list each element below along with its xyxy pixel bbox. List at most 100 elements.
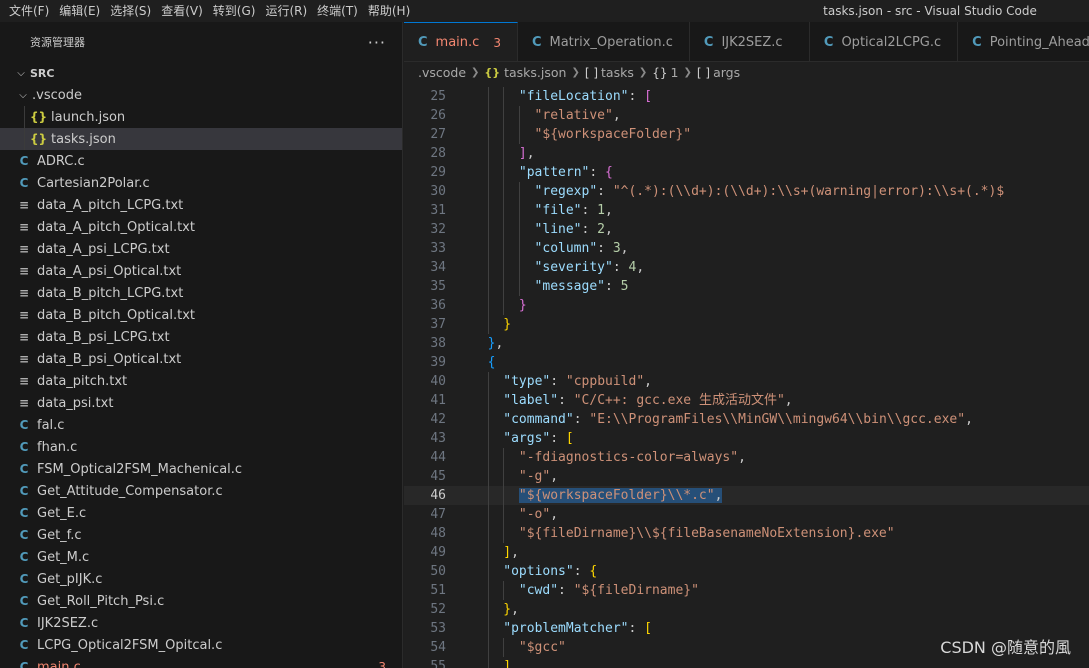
tab-main-c[interactable]: C main.c 3 <box>404 22 518 61</box>
indent-guide <box>487 87 489 106</box>
code-token: { <box>487 355 496 370</box>
code-line[interactable]: 52}, <box>404 600 1089 619</box>
breadcrumb-file[interactable]: tasks.json <box>504 65 566 80</box>
line-number: 33 <box>430 241 446 256</box>
tree-file[interactable]: ≡ data_B_psi_LCPG.txt <box>0 326 402 348</box>
code-line[interactable]: 25 "fileLocation": [ <box>404 87 1089 106</box>
menu-view[interactable]: 查看(V) <box>156 0 208 22</box>
tree-file[interactable]: Cfal.c <box>0 414 402 436</box>
code-line[interactable]: 36} <box>404 296 1089 315</box>
tree-file[interactable]: C Cartesian2Polar.c <box>0 172 402 194</box>
tree-file[interactable]: C FSM_Optical2FSM_Machenical.c <box>0 458 402 480</box>
code-line[interactable]: 50 "options": { <box>404 562 1089 581</box>
tree-file[interactable]: ≡ data_A_pitch_LCPG.txt <box>0 194 402 216</box>
code-line[interactable]: 55], <box>404 657 1089 668</box>
tree-item-label: data_psi.txt <box>37 395 114 411</box>
tree-file[interactable]: ≡ data_B_pitch_Optical.txt <box>0 304 402 326</box>
code-line[interactable]: 40 "type": "cppbuild", <box>404 372 1089 391</box>
tree-file[interactable]: C Get_pIJK.c <box>0 568 402 590</box>
tree-file[interactable]: ≡ data_A_psi_Optical.txt <box>0 260 402 282</box>
more-actions-icon[interactable]: ··· <box>368 33 386 52</box>
code-line[interactable]: 44 "-fdiagnostics-color=always", <box>404 448 1089 467</box>
line-number: 41 <box>430 393 446 408</box>
code-line[interactable]: 26 "relative", <box>404 106 1089 125</box>
menu-help[interactable]: 帮助(H) <box>363 0 415 22</box>
code-line[interactable]: 37} <box>404 315 1089 334</box>
code-line[interactable]: 35 "message": 5 <box>404 277 1089 296</box>
tree-folder[interactable]: ⌵ .vscode <box>0 84 402 106</box>
menu-run[interactable]: 运行(R) <box>260 0 312 22</box>
tree-file[interactable]: Cfhan.c <box>0 436 402 458</box>
code-line[interactable]: 48 "${fileDirname}\\${fileBasenameNoExten… <box>404 524 1089 543</box>
indent-guide <box>503 486 505 505</box>
folder-root-src[interactable]: ⌵ SRC <box>0 62 402 84</box>
indent-guide <box>503 277 505 296</box>
code-line[interactable]: 43 "args": [ <box>404 429 1089 448</box>
code-text: "-fdiagnostics-color=always", <box>519 448 746 467</box>
menu-selection[interactable]: 选择(S) <box>105 0 156 22</box>
code-line[interactable]: 32 "line": 2, <box>404 220 1089 239</box>
tab-optical2lcpg-c[interactable]: C Optical2LCPG.c <box>809 22 959 61</box>
indent-guide <box>487 543 489 562</box>
code-line[interactable]: 49], <box>404 543 1089 562</box>
tree-file[interactable]: ≡ data_B_psi_Optical.txt <box>0 348 402 370</box>
code-line[interactable]: 31 "file": 1, <box>404 201 1089 220</box>
indent-guide <box>503 581 505 600</box>
code-line[interactable]: 45 "-g", <box>404 467 1089 486</box>
code-line[interactable]: 33 "column": 3, <box>404 239 1089 258</box>
tree-file[interactable]: ≡ data_psi.txt <box>0 392 402 414</box>
code-token: "args" <box>503 431 551 446</box>
code-editor[interactable]: 25 "fileLocation": [26 "relative", 27 "${wor… <box>404 83 1089 668</box>
indent-guide <box>487 410 489 429</box>
line-number: 27 <box>430 127 446 142</box>
csdn-watermark: CSDN @随意的風 <box>940 638 1071 657</box>
code-line[interactable]: 46 "${workspaceFolder}\\*.c", <box>404 486 1089 505</box>
code-line[interactable]: 38}, <box>404 334 1089 353</box>
breadcrumb-folder[interactable]: .vscode <box>418 65 466 80</box>
code-text: "$gcc" <box>519 638 566 657</box>
tree-file[interactable]: {} tasks.json <box>0 128 402 150</box>
code-line[interactable]: 47 "-o", <box>404 505 1089 524</box>
c-file-icon: C <box>19 506 29 520</box>
menu-file[interactable]: 文件(F) <box>4 0 54 22</box>
tree-file[interactable]: C LCPG_Optical2FSM_Opitcal.c <box>0 634 402 656</box>
menu-terminal[interactable]: 终端(T) <box>312 0 363 22</box>
menu-go[interactable]: 转到(G) <box>208 0 261 22</box>
code-token: , <box>636 260 645 275</box>
code-line[interactable]: 27 "${workspaceFolder}" <box>404 125 1089 144</box>
tree-file[interactable]: {} launch.json <box>0 106 402 128</box>
code-token: , <box>612 108 621 123</box>
tree-file[interactable]: Cmain.c 3 <box>0 656 402 668</box>
tree-file[interactable]: C IJK2SEZ.c <box>0 612 402 634</box>
code-line[interactable]: 41 "label": "C/C++: gcc.exe 生成活动文件", <box>404 391 1089 410</box>
tab-pointing-ahead[interactable]: C Pointing_Ahead_S <box>958 22 1089 61</box>
menu-edit[interactable]: 编辑(E) <box>54 0 105 22</box>
code-line[interactable]: 28], <box>404 144 1089 163</box>
window-title: tasks.json - src - Visual Studio Code <box>823 4 1037 18</box>
code-line[interactable]: 30 "regexp": "^(.*):(\\d+):(\\d+):\\s+(wa… <box>404 182 1089 201</box>
code-text: "line": 2, <box>535 220 613 239</box>
tree-file[interactable]: ≡ data_A_pitch_Optical.txt <box>0 216 402 238</box>
code-line[interactable]: 42 "command": "E:\\ProgramFiles\\MinGW\\m… <box>404 410 1089 429</box>
tab-ijk2sez-c[interactable]: C IJK2SEZ.c <box>689 22 810 61</box>
code-line[interactable]: 39 { <box>404 353 1089 372</box>
breadcrumb-symbol-args[interactable]: args <box>713 65 740 80</box>
breadcrumb-symbol-index[interactable]: 1 <box>671 65 679 80</box>
code-line[interactable]: 29 "pattern": { <box>404 163 1089 182</box>
tree-file[interactable]: C Get_Attitude_Compensator.c <box>0 480 402 502</box>
breadcrumb-symbol-tasks[interactable]: tasks <box>601 65 634 80</box>
tab-matrix-operation-c[interactable]: C Matrix_Operation.c <box>517 22 690 61</box>
tree-file[interactable]: C Get_f.c <box>0 524 402 546</box>
tree-file[interactable]: ≡ data_pitch.txt <box>0 370 402 392</box>
code-token: "cppbuild" <box>565 374 645 389</box>
tree-file[interactable]: C Get_M.c <box>0 546 402 568</box>
tree-file[interactable]: C Get_E.c <box>0 502 402 524</box>
tree-file[interactable]: ≡ data_A_psi_LCPG.txt <box>0 238 402 260</box>
code-line[interactable]: 51 "cwd": "${fileDirname}" <box>404 581 1089 600</box>
tree-file[interactable]: C Get_Roll_Pitch_Psi.c <box>0 590 402 612</box>
tree-file[interactable]: C ADRC.c <box>0 150 402 172</box>
code-text: "-g", <box>519 467 558 486</box>
tree-file[interactable]: ≡ data_B_pitch_LCPG.txt <box>0 282 402 304</box>
code-text: "message": 5 <box>535 277 629 296</box>
code-line[interactable]: 34 "severity": 4, <box>404 258 1089 277</box>
